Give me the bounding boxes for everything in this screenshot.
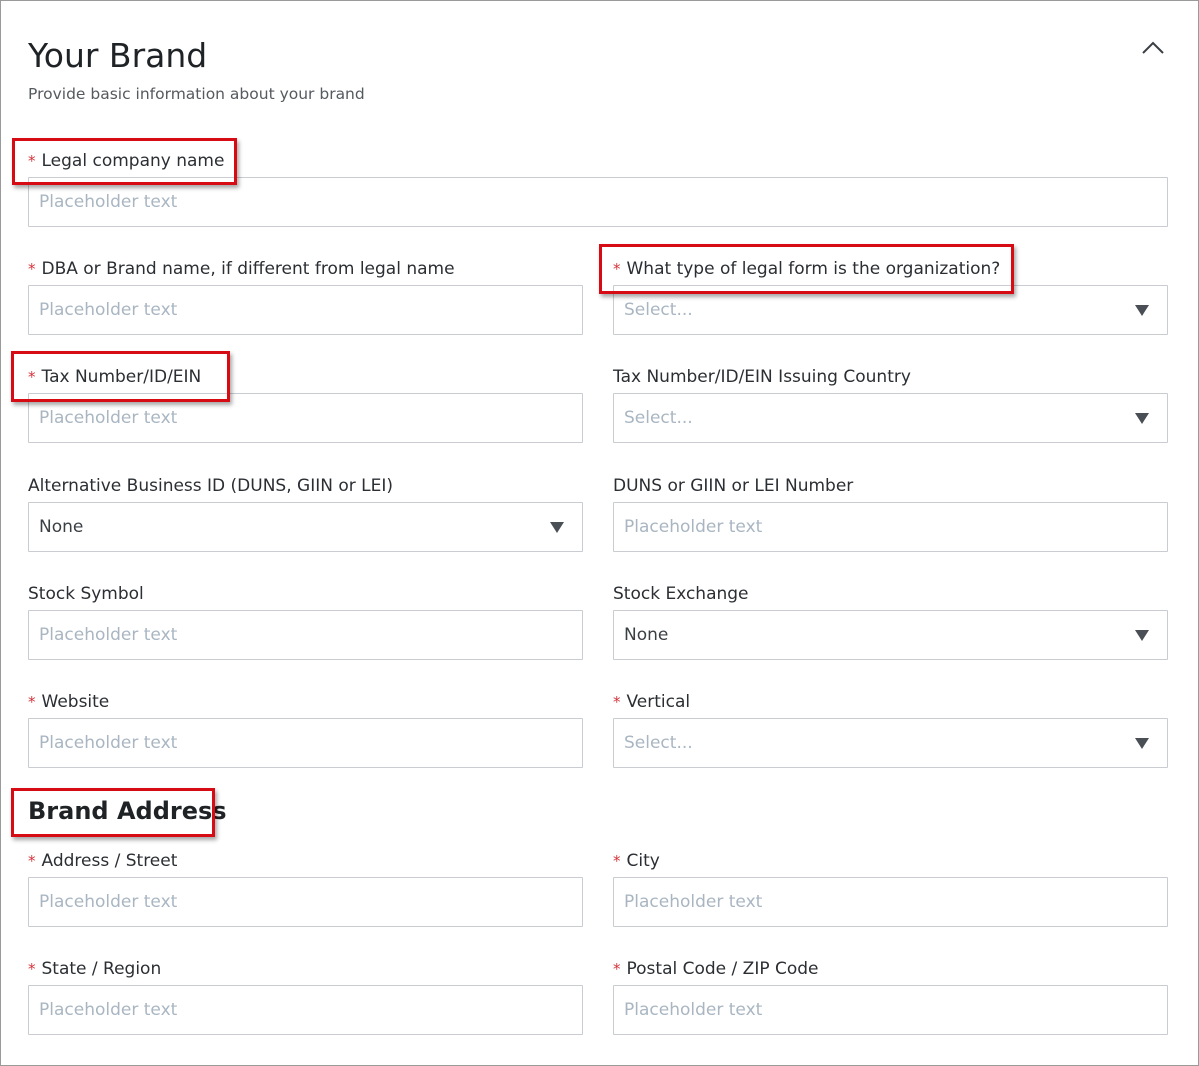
- dba-name-field[interactable]: [28, 285, 583, 335]
- label-text: Address / Street: [41, 851, 178, 871]
- postal-label: * Postal Code / ZIP Code: [613, 959, 819, 979]
- tax-number-label: * Tax Number/ID/EIN: [28, 367, 201, 387]
- legal-company-name-label: * Legal company name: [28, 151, 224, 171]
- label-text: State / Region: [41, 959, 162, 979]
- page-subtitle: Provide basic information about your bra…: [28, 85, 365, 103]
- required-marker: *: [28, 368, 36, 386]
- required-marker: *: [28, 852, 36, 870]
- city-label: * City: [613, 851, 660, 871]
- state-label: * State / Region: [28, 959, 161, 979]
- required-marker: *: [28, 960, 36, 978]
- vertical-select[interactable]: Select...: [613, 718, 1168, 768]
- state-input[interactable]: [29, 986, 582, 1034]
- postal-field[interactable]: [613, 985, 1168, 1035]
- duns-number-input[interactable]: [614, 503, 1167, 551]
- street-input[interactable]: [29, 878, 582, 926]
- alt-business-id-select[interactable]: None: [28, 502, 583, 552]
- website-field[interactable]: [28, 718, 583, 768]
- chevron-up-icon: [1142, 41, 1164, 54]
- label-text: DBA or Brand name, if different from leg…: [41, 259, 455, 279]
- state-field[interactable]: [28, 985, 583, 1035]
- required-marker: *: [613, 852, 621, 870]
- legal-form-value: Select...: [624, 300, 693, 320]
- legal-form-select[interactable]: Select...: [613, 285, 1168, 335]
- postal-input[interactable]: [614, 986, 1167, 1034]
- alt-business-id-label: Alternative Business ID (DUNS, GIIN or L…: [28, 476, 394, 496]
- page-title: Your Brand: [28, 36, 208, 75]
- collapse-section-button[interactable]: [1138, 34, 1168, 62]
- label-text: Postal Code / ZIP Code: [626, 959, 819, 979]
- dba-name-label: * DBA or Brand name, if different from le…: [28, 259, 455, 279]
- vertical-label: * Vertical: [613, 692, 690, 712]
- brand-address-heading: Brand Address: [28, 797, 227, 825]
- label-text: Legal company name: [41, 151, 225, 171]
- duns-number-field[interactable]: [613, 502, 1168, 552]
- duns-number-label: DUNS or GIIN or LEI Number: [613, 476, 854, 496]
- label-text: What type of legal form is the organizat…: [626, 259, 1001, 279]
- stock-symbol-label: Stock Symbol: [28, 584, 144, 604]
- stock-exchange-value: None: [624, 625, 669, 645]
- street-field[interactable]: [28, 877, 583, 927]
- website-label: * Website: [28, 692, 109, 712]
- stock-symbol-field[interactable]: [28, 610, 583, 660]
- required-marker: *: [613, 960, 621, 978]
- city-field[interactable]: [613, 877, 1168, 927]
- required-marker: *: [28, 260, 36, 278]
- caret-down-icon: [1135, 630, 1149, 641]
- caret-down-icon: [1135, 738, 1149, 749]
- stock-exchange-label: Stock Exchange: [613, 584, 749, 604]
- dba-name-input[interactable]: [29, 286, 582, 334]
- label-text: Tax Number/ID/EIN: [41, 367, 202, 387]
- street-label: * Address / Street: [28, 851, 177, 871]
- legal-form-label: * What type of legal form is the organiza…: [613, 259, 1000, 279]
- label-text: Website: [41, 692, 110, 712]
- tax-country-label: Tax Number/ID/EIN Issuing Country: [613, 367, 911, 387]
- required-marker: *: [28, 693, 36, 711]
- tax-country-select[interactable]: Select...: [613, 393, 1168, 443]
- label-text: City: [626, 851, 660, 871]
- website-input[interactable]: [29, 719, 582, 767]
- required-marker: *: [613, 693, 621, 711]
- tax-number-input[interactable]: [29, 394, 582, 442]
- required-marker: *: [613, 260, 621, 278]
- stock-symbol-input[interactable]: [29, 611, 582, 659]
- city-input[interactable]: [614, 878, 1167, 926]
- label-text: Vertical: [626, 692, 691, 712]
- tax-number-field[interactable]: [28, 393, 583, 443]
- alt-business-id-value: None: [39, 517, 84, 537]
- vertical-value: Select...: [624, 733, 693, 753]
- caret-down-icon: [1135, 413, 1149, 424]
- caret-down-icon: [550, 522, 564, 533]
- tax-country-value: Select...: [624, 408, 693, 428]
- legal-company-name-input[interactable]: [29, 178, 1167, 226]
- stock-exchange-select[interactable]: None: [613, 610, 1168, 660]
- caret-down-icon: [1135, 305, 1149, 316]
- legal-company-name-field[interactable]: [28, 177, 1168, 227]
- required-marker: *: [28, 152, 36, 170]
